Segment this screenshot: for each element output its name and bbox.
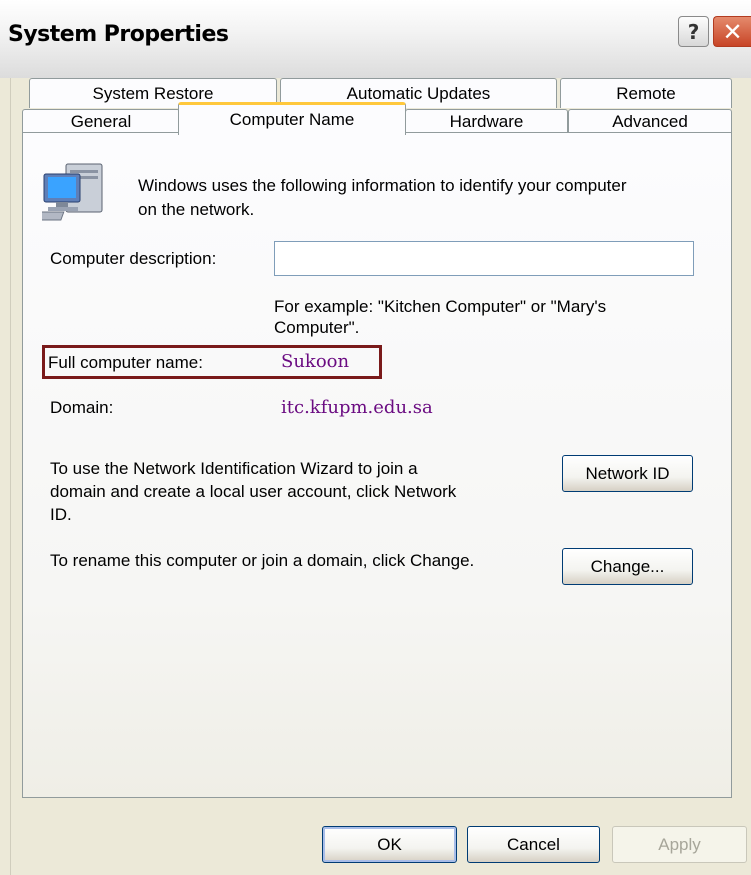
wizard-text-line1: To use the Network Identification Wizard…	[50, 459, 418, 478]
network-computer-icon	[20, 162, 114, 224]
domain-value: itc.kfupm.edu.sa	[281, 397, 433, 418]
example-text-line2: Computer".	[274, 318, 360, 337]
computer-description-label: Computer description:	[50, 249, 217, 268]
wizard-text-line3: ID.	[50, 505, 72, 524]
full-computer-name-label: Full computer name:	[48, 353, 203, 372]
close-button[interactable]: ✕	[713, 16, 751, 47]
example-text-line1: For example: "Kitchen Computer" or "Mary…	[274, 297, 607, 316]
intro-text-line2: on the network.	[138, 200, 255, 219]
computer-description-input[interactable]	[274, 241, 694, 276]
change-button[interactable]: Change...	[562, 548, 693, 585]
cancel-button[interactable]: Cancel	[467, 826, 600, 863]
tab-advanced[interactable]: Advanced	[568, 109, 732, 133]
help-button[interactable]: ?	[678, 16, 709, 47]
window-frame-left	[0, 78, 11, 875]
window-title: System Properties	[8, 22, 229, 47]
apply-button[interactable]: Apply	[612, 826, 747, 863]
tab-remote[interactable]: Remote	[560, 78, 732, 108]
tab-general[interactable]: General	[22, 109, 180, 133]
rename-text: To rename this computer or join a domain…	[50, 551, 475, 570]
domain-label: Domain:	[50, 398, 114, 417]
intro-text-line1: Windows uses the following information t…	[138, 176, 627, 195]
network-id-button[interactable]: Network ID	[562, 455, 693, 492]
wizard-text-line2: domain and create a local user account, …	[50, 482, 457, 501]
tab-computer-name[interactable]: Computer Name	[178, 102, 406, 135]
tab-hardware[interactable]: Hardware	[405, 109, 568, 133]
ok-button[interactable]: OK	[322, 826, 457, 863]
full-computer-name-value: Sukoon	[281, 351, 350, 372]
